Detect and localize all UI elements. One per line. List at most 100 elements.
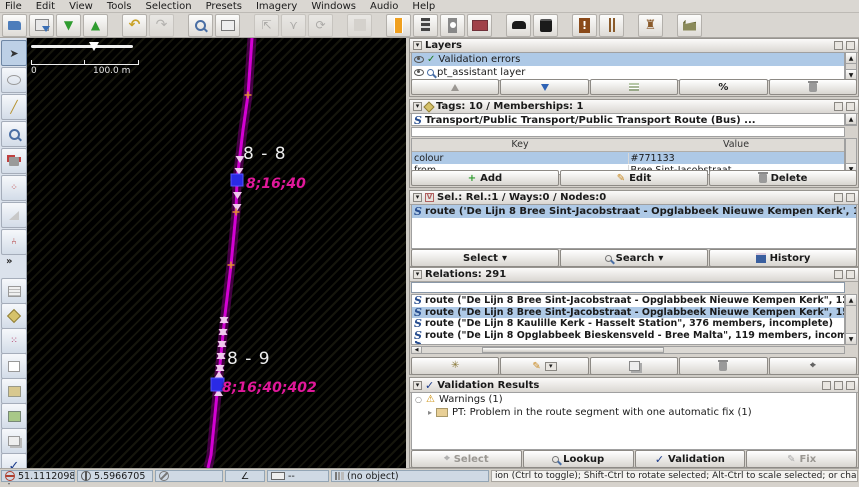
delete-relation-button[interactable] [679, 357, 767, 375]
select-tool-button[interactable]: ➤ [1, 40, 27, 66]
more-tools-arrow[interactable]: » [6, 256, 12, 267]
lasso-tool-button[interactable] [1, 67, 27, 93]
layer-move-up-button[interactable] [411, 79, 499, 95]
menu-selection[interactable]: Selection [145, 1, 191, 12]
preset-scrollbar[interactable]: ▲ [845, 113, 857, 126]
preset-crossing-button[interactable] [440, 14, 465, 37]
search-button[interactable]: Search▾ [560, 249, 708, 267]
tag-row-colour[interactable]: colour #771133 [412, 152, 844, 164]
map-canvas[interactable]: 8 - 8 8;16;40 8 - 9 8;16;40;402 0 100.0 … [27, 38, 406, 468]
toolbar-disabled-button-3[interactable]: ⟳ [308, 14, 333, 37]
save-button[interactable] [29, 14, 54, 37]
hscroll-thumb[interactable] [482, 347, 664, 353]
validation-select-button[interactable]: ⌖Select [411, 450, 522, 468]
layers-scrollbar[interactable]: ▲ ▼ [845, 52, 857, 81]
menu-audio[interactable]: Audio [370, 1, 398, 12]
preset-bus-button[interactable] [533, 14, 558, 37]
duplicate-relation-button[interactable] [590, 357, 678, 375]
relations-collapse-button[interactable]: ▾ [413, 270, 422, 279]
download-button[interactable]: ▼ [56, 14, 81, 37]
delete-tag-button[interactable]: Delete [709, 170, 857, 186]
layer-row-validation-errors[interactable]: ✓ Validation errors [412, 53, 844, 66]
validation-run-button[interactable]: ✓Validation [635, 450, 746, 468]
relations-hscrollbar[interactable]: ◀ [411, 346, 845, 354]
tags-sticky-button[interactable] [834, 102, 843, 111]
toolbar-disabled-button-1[interactable]: ⇱ [254, 14, 279, 37]
layers-close-button[interactable] [846, 41, 855, 50]
edit-relation-button[interactable]: ✎▾ [500, 357, 588, 375]
zoom-to-selection-button[interactable] [188, 14, 213, 37]
preset-car-button[interactable] [506, 14, 531, 37]
value-column-header[interactable]: Value [628, 139, 844, 151]
relation-row[interactable]: S route ("De Lijn 8 Bree Sint-Jacobstraa… [412, 295, 844, 307]
redo-button[interactable]: ↷ [149, 14, 174, 37]
preset-motorway-button[interactable] [386, 14, 411, 37]
zoom-tool-button[interactable] [1, 121, 27, 147]
relations-toggle-button[interactable]: ⁙ [1, 328, 27, 354]
relation-row[interactable]: S route ("De Lijn 8 Opglabbeek Bieskensv… [412, 330, 844, 342]
tags-empty-field[interactable] [411, 127, 845, 137]
validation-lookup-button[interactable]: Lookup [523, 450, 634, 468]
imagery-toggle-button[interactable] [1, 403, 27, 429]
zoom-slider[interactable] [31, 42, 133, 52]
selection-collapse-button[interactable]: ▾ [413, 193, 422, 202]
preset-emergency-button[interactable]: ! [572, 14, 597, 37]
preset-food-button[interactable] [599, 14, 624, 37]
edit-tag-button[interactable]: ✎Edit [560, 170, 708, 186]
relations-sticky-button[interactable] [834, 270, 843, 279]
validation-collapse-button[interactable]: ▾ [413, 381, 422, 390]
mappaint-toggle-button[interactable] [1, 378, 27, 404]
add-tag-button[interactable]: +Add [411, 170, 559, 186]
layer-visibility-icon[interactable] [414, 56, 424, 63]
validation-sticky-button[interactable] [834, 381, 843, 390]
layer-opacity-button[interactable]: % [679, 79, 767, 95]
toolbar-disabled-button-2[interactable]: ⋎ [281, 14, 306, 37]
relations-filter-input[interactable] [411, 282, 845, 293]
relations-close-button[interactable] [846, 270, 855, 279]
layers-collapse-button[interactable]: ▾ [413, 41, 422, 50]
tree-handle-icon[interactable]: ○ [415, 395, 422, 404]
zoom-slider-knob[interactable] [89, 42, 99, 51]
selection-sticky-button[interactable] [834, 193, 843, 202]
layer-merge-button[interactable] [590, 79, 678, 95]
warning-detail-node[interactable]: ▸ PT: Problem in the route segment with … [412, 406, 856, 419]
relation-row[interactable]: S route ("De Lijn 8 Kaulille Kerk - Hass… [412, 318, 844, 330]
menu-help[interactable]: Help [412, 1, 435, 12]
select-button[interactable]: Select▾ [411, 249, 559, 267]
preset-castle-button[interactable]: ♜ [638, 14, 663, 37]
layer-visibility-icon[interactable] [414, 69, 424, 76]
validation-fix-button[interactable]: ✎Fix [746, 450, 857, 468]
tags-collapse-button[interactable]: ▾ [413, 102, 422, 111]
layers-sticky-button[interactable] [834, 41, 843, 50]
parallel-way-tool-button[interactable]: ⑃ [1, 229, 27, 255]
toolbar-disabled-button-4[interactable] [347, 14, 372, 37]
scroll-down-icon[interactable]: ▼ [846, 333, 856, 344]
expander-icon[interactable]: ▸ [428, 408, 432, 417]
layer-row-pt-assistant[interactable]: pt_assistant layer [412, 66, 844, 79]
menu-presets[interactable]: Presets [206, 1, 242, 12]
stop-node-1[interactable] [231, 174, 243, 186]
menu-tools[interactable]: Tools [107, 1, 132, 12]
selection-toggle-button[interactable] [1, 353, 27, 379]
scroll-up-icon[interactable]: ▲ [846, 114, 856, 125]
tags-toggle-button[interactable] [1, 303, 27, 329]
menu-view[interactable]: View [69, 1, 93, 12]
relation-row-selected[interactable]: S route ("De Lijn 8 Bree Sint-Jacobstraa… [412, 307, 844, 319]
select-relation-button[interactable]: ⌖ [769, 357, 857, 375]
extrude-tool-button[interactable] [1, 202, 27, 228]
delete-tool-button[interactable] [1, 148, 27, 174]
menu-imagery[interactable]: Imagery [256, 1, 297, 12]
open-button[interactable] [2, 14, 27, 37]
preset-link-row[interactable]: S Transport/Public Transport/Public Tran… [411, 113, 845, 126]
validation-close-button[interactable] [846, 381, 855, 390]
validation-restore-button[interactable] [822, 381, 831, 390]
preset-works-button[interactable] [677, 14, 702, 37]
copy-map-toggle-button[interactable] [1, 428, 27, 454]
layer-move-down-button[interactable] [500, 79, 588, 95]
menu-edit[interactable]: Edit [36, 1, 55, 12]
scroll-up-icon[interactable]: ▲ [846, 53, 856, 64]
selected-relation-row[interactable]: S route ('De Lijn 8 Bree Sint-Jacobstraa… [412, 205, 856, 218]
layer-delete-button[interactable] [769, 79, 857, 95]
draw-tool-button[interactable]: ╱ [1, 94, 27, 120]
menu-windows[interactable]: Windows [311, 1, 356, 12]
